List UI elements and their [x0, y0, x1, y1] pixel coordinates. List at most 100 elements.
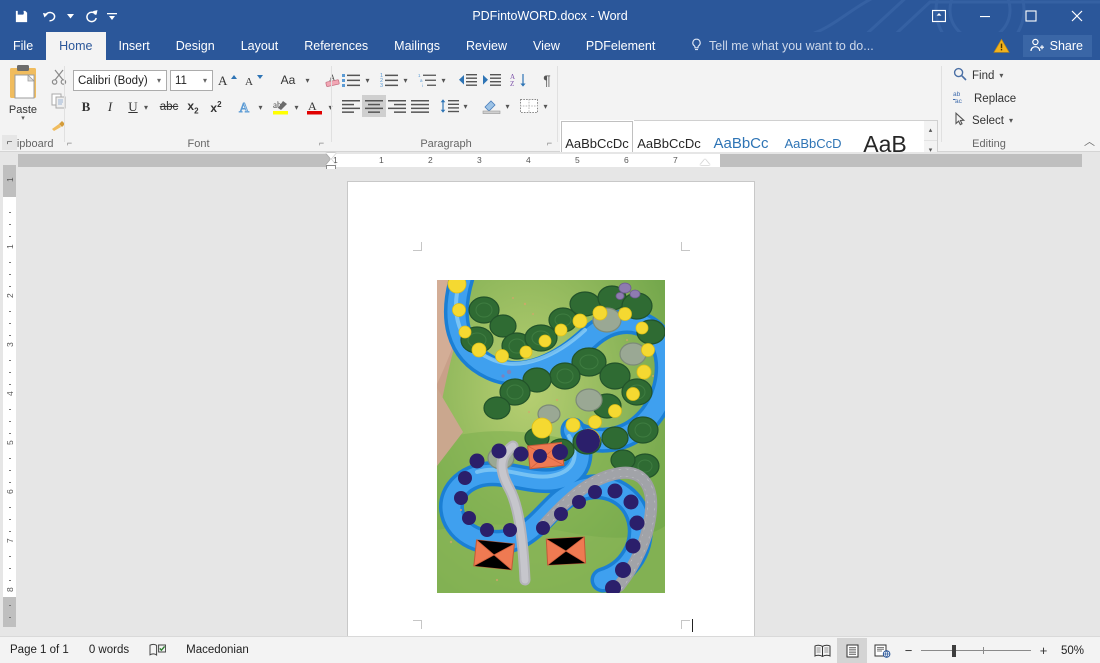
close-icon[interactable]: [1054, 0, 1100, 32]
align-right-icon[interactable]: [385, 95, 409, 117]
word-count[interactable]: 0 words: [79, 640, 139, 661]
font-name-combo[interactable]: Calibri (Body) ▾: [73, 70, 167, 91]
zoom-level[interactable]: 50%: [1056, 645, 1094, 657]
window-controls[interactable]: [916, 0, 1100, 32]
collapse-ribbon-icon[interactable]: ︿: [1084, 133, 1095, 149]
ribbon-group-paragraph: ▾ 123 ▾ 1ai ▾ AZ ¶: [333, 60, 559, 152]
svg-text:ab: ab: [953, 91, 961, 98]
svg-text:A: A: [245, 76, 253, 88]
ribbon-display-options-icon[interactable]: [916, 0, 962, 32]
left-tab-stop-icon[interactable]: ⌐: [2, 135, 17, 150]
sort-icon[interactable]: AZ: [507, 69, 531, 91]
tab-insert[interactable]: Insert: [106, 32, 163, 60]
borders-dropdown-icon[interactable]: ▾: [540, 95, 551, 117]
tab-design[interactable]: Design: [163, 32, 228, 60]
right-indent-marker[interactable]: [700, 159, 710, 165]
bold-icon[interactable]: B: [75, 96, 97, 118]
increase-indent-icon[interactable]: [479, 69, 503, 91]
change-case-dropdown-icon[interactable]: ▾: [302, 69, 313, 91]
align-left-icon[interactable]: [339, 95, 363, 117]
replace-label: Replace: [974, 93, 1016, 105]
read-mode-view-button[interactable]: [807, 638, 837, 663]
font-dialog-launcher[interactable]: ⌐: [316, 138, 327, 149]
ruler-mark-7: 7: [673, 155, 678, 165]
text-effects-icon[interactable]: A: [234, 96, 256, 118]
tab-references[interactable]: References: [291, 32, 381, 60]
line-spacing-dropdown-icon[interactable]: ▾: [460, 95, 471, 117]
find-dropdown-icon[interactable]: ▾: [999, 71, 1003, 80]
chevron-down-icon[interactable]: ▾: [152, 76, 166, 85]
text-effects-dropdown-icon[interactable]: ▾: [255, 96, 266, 118]
tab-mailings[interactable]: Mailings: [381, 32, 453, 60]
minimize-icon[interactable]: [962, 0, 1008, 32]
warning-icon[interactable]: [993, 38, 1010, 59]
multilevel-list-icon[interactable]: 1ai: [415, 69, 439, 91]
decrease-indent-icon[interactable]: [455, 69, 479, 91]
find-button[interactable]: Find ▾: [953, 65, 1003, 86]
text-highlight-icon[interactable]: ab: [269, 96, 293, 118]
tell-me-search[interactable]: Tell me what you want to do...: [690, 32, 874, 60]
select-icon: [953, 112, 967, 129]
numbering-dropdown-icon[interactable]: ▾: [400, 69, 411, 91]
justify-icon[interactable]: [408, 95, 432, 117]
select-dropdown-icon[interactable]: ▾: [1009, 116, 1013, 125]
tab-pdfelement[interactable]: PDFelement: [573, 32, 668, 60]
borders-icon[interactable]: [517, 95, 541, 117]
italic-icon[interactable]: I: [99, 96, 121, 118]
tab-layout[interactable]: Layout: [228, 32, 292, 60]
grow-font-icon[interactable]: A: [216, 69, 240, 91]
replace-button[interactable]: abac Replace: [953, 88, 1016, 109]
subscript-icon[interactable]: x2: [182, 96, 204, 118]
font-size-combo[interactable]: 11 ▾: [170, 70, 213, 91]
tab-file[interactable]: File: [0, 32, 46, 60]
share-button[interactable]: Share: [1023, 35, 1092, 57]
multilevel-dropdown-icon[interactable]: ▾: [438, 69, 449, 91]
zoom-controls[interactable]: − + 50%: [897, 643, 1100, 658]
proofing-errors-icon[interactable]: [139, 640, 176, 661]
paste-button[interactable]: Paste ▾: [0, 64, 46, 121]
zoom-slider[interactable]: [921, 644, 1031, 658]
zoom-slider-thumb[interactable]: [952, 645, 956, 657]
print-layout-view-button[interactable]: [837, 638, 867, 663]
ruler-mark-3: 3: [477, 155, 482, 165]
language-indicator[interactable]: Macedonian: [176, 640, 259, 661]
tab-view[interactable]: View: [520, 32, 573, 60]
underline-dropdown-icon[interactable]: ▾: [140, 96, 152, 118]
line-spacing-icon[interactable]: [437, 95, 461, 117]
horizontal-ruler[interactable]: 1 1 2 3 4 5 6 7: [18, 152, 1082, 169]
page-indicator[interactable]: Page 1 of 1: [0, 640, 79, 661]
strikethrough-icon[interactable]: abc: [156, 96, 182, 118]
shading-dropdown-icon[interactable]: ▾: [502, 95, 513, 117]
superscript-icon[interactable]: x2: [205, 96, 227, 118]
change-case-icon[interactable]: Aa: [272, 69, 304, 91]
paragraph-dialog-launcher[interactable]: ⌐: [544, 138, 555, 149]
maximize-icon[interactable]: [1008, 0, 1054, 32]
tab-home[interactable]: Home: [46, 32, 105, 60]
scroll-up-icon[interactable]: ▴: [924, 121, 937, 141]
zoom-out-button[interactable]: −: [903, 643, 914, 658]
font-size-value: 11: [171, 75, 198, 87]
document-page[interactable]: [348, 182, 754, 636]
text-highlight-dropdown-icon[interactable]: ▾: [291, 96, 302, 118]
paste-dropdown-icon[interactable]: ▾: [21, 116, 25, 121]
numbering-icon[interactable]: 123: [377, 69, 401, 91]
font-color-icon[interactable]: A: [304, 96, 326, 118]
group-label-paragraph: Paragraph: [333, 138, 559, 150]
web-layout-view-button[interactable]: [867, 638, 897, 663]
align-center-icon[interactable]: [362, 95, 386, 117]
tab-review[interactable]: Review: [453, 32, 520, 60]
zoom-in-button[interactable]: +: [1038, 643, 1049, 658]
font-name-value: Calibri (Body): [74, 75, 152, 87]
select-button[interactable]: Select ▾: [953, 110, 1013, 131]
shrink-font-icon[interactable]: A: [242, 69, 266, 91]
chevron-down-icon[interactable]: ▾: [198, 76, 212, 85]
document-canvas[interactable]: [18, 169, 1100, 636]
shading-icon[interactable]: [479, 95, 503, 117]
document-image[interactable]: [437, 280, 665, 593]
bullets-dropdown-icon[interactable]: ▾: [362, 69, 373, 91]
ruler-mark-4: 4: [526, 155, 531, 165]
vertical-ruler[interactable]: ⌐ 1 1 2 3 4 5 6 7 8: [0, 152, 18, 636]
bullets-icon[interactable]: [339, 69, 363, 91]
ribbon-tabs[interactable]: File Home Insert Design Layout Reference…: [0, 32, 668, 60]
show-formatting-marks-icon[interactable]: ¶: [536, 69, 558, 91]
